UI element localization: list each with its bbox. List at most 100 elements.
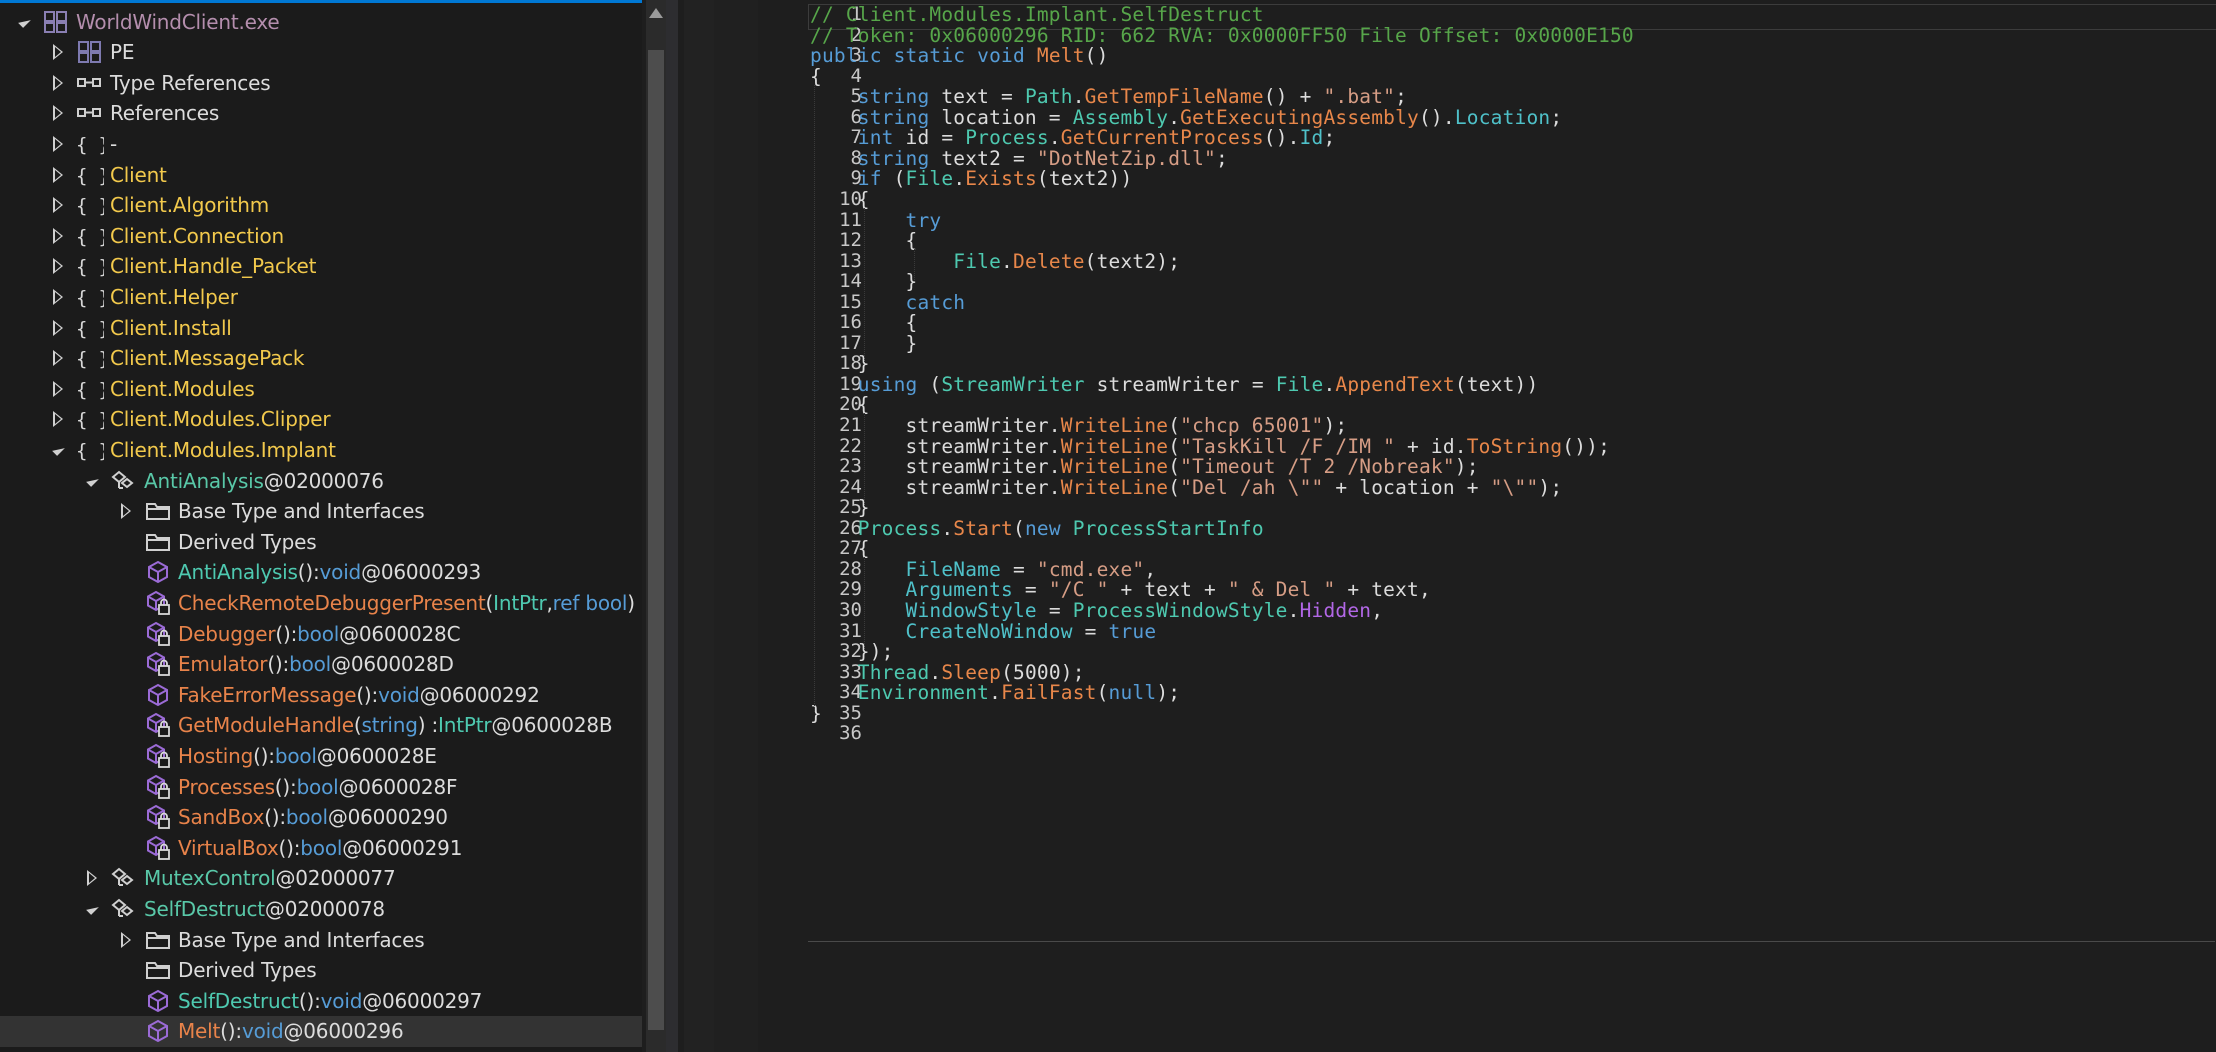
expand-arrow-icon[interactable] — [50, 71, 66, 95]
expand-arrow-icon[interactable] — [50, 163, 66, 187]
collapse-arrow-icon[interactable] — [50, 438, 66, 462]
tree-row[interactable]: FakeErrorMessage() : void @06000292 — [0, 679, 642, 710]
collapse-arrow-icon[interactable] — [84, 469, 100, 493]
code-line[interactable]: int id = Process.GetCurrentProcess().Id; — [810, 126, 1335, 149]
code-line[interactable]: try — [810, 209, 942, 232]
tree-row[interactable]: GetModuleHandle(string) : IntPtr @060002… — [0, 710, 642, 741]
expand-arrow-icon[interactable] — [50, 254, 66, 278]
tree-row[interactable]: SelfDestruct() : void @06000297 — [0, 985, 642, 1016]
code-line[interactable]: streamWriter.WriteLine("TaskKill /F /IM … — [810, 435, 1610, 458]
code-line[interactable]: { — [810, 537, 870, 560]
expand-arrow-icon[interactable] — [118, 499, 134, 523]
tree-vertical-scrollbar[interactable] — [646, 0, 666, 1052]
expand-arrow-icon[interactable] — [50, 316, 66, 340]
tree-row[interactable]: { } Client.Helper — [0, 281, 642, 312]
code-token: StreamWriter — [941, 372, 1097, 396]
tree-row-label: Base Type and Interfaces — [178, 927, 425, 952]
tree-row[interactable]: Derived Types — [0, 955, 642, 986]
code-line[interactable]: public static void Melt() — [810, 44, 1109, 67]
code-line[interactable]: Environment.FailFast(null); — [810, 681, 1180, 704]
tree-row[interactable]: { } Client.Algorithm — [0, 190, 642, 221]
code-line[interactable]: Arguments = "/C " + text + " & Del " + t… — [810, 578, 1431, 601]
code-line[interactable]: streamWriter.WriteLine("chcp 65001"); — [810, 414, 1348, 437]
code-line[interactable]: using (StreamWriter streamWriter = File.… — [810, 373, 1538, 396]
tree-row[interactable]: { }- — [0, 128, 642, 159]
expand-arrow-icon[interactable] — [50, 224, 66, 248]
tree-row[interactable]: { } Client.Connection — [0, 220, 642, 251]
code-line[interactable]: { — [810, 188, 870, 211]
code-line[interactable]: string location = Assembly.GetExecutingA… — [810, 106, 1562, 129]
tree-row[interactable]: References — [0, 98, 642, 129]
tree-row[interactable]: { } Client.Modules.Implant — [0, 434, 642, 465]
tree-row[interactable]: Base Type and Interfaces — [0, 496, 642, 527]
code-line[interactable]: FileName = "cmd.exe", — [810, 557, 1157, 581]
code-line[interactable]: streamWriter.WriteLine("Del /ah \"" + lo… — [810, 476, 1563, 499]
tree-row[interactable]: WorldWindClient.exe — [0, 6, 642, 37]
code-line[interactable]: WindowStyle = ProcessWindowStyle.Hidden, — [810, 599, 1383, 622]
tree-row[interactable]: Processes() : bool @0600028F — [0, 771, 642, 802]
tree-row[interactable]: Melt() : void @06000296 — [0, 1015, 642, 1047]
tree-row[interactable]: Emulator() : bool @0600028D — [0, 649, 642, 680]
tree-row[interactable]: VirtualBox() : bool @06000291 — [0, 832, 642, 863]
tree-row[interactable]: Derived Types — [0, 526, 642, 557]
tree-row[interactable]: Debugger() : bool @0600028C — [0, 618, 642, 649]
code-line[interactable]: string text = Path.GetTempFileName() + "… — [810, 85, 1407, 108]
code-line[interactable]: Thread.Sleep(5000); — [810, 661, 1085, 684]
expand-arrow-icon[interactable] — [50, 407, 66, 431]
code-token: WriteLine — [1060, 414, 1169, 437]
code-line[interactable]: Process.Start(new ProcessStartInfo — [810, 517, 1264, 540]
tree-row[interactable]: { } Client — [0, 159, 642, 190]
code-line[interactable]: { — [810, 65, 822, 88]
expand-arrow-icon[interactable] — [50, 101, 66, 125]
code-line[interactable]: }); — [810, 640, 894, 663]
expand-arrow-icon[interactable] — [50, 285, 66, 309]
code-line[interactable]: } — [810, 702, 822, 725]
code-line[interactable]: catch — [810, 291, 966, 314]
panel-splitter[interactable] — [666, 0, 678, 1052]
tree-row[interactable]: { } Client.Modules — [0, 373, 642, 404]
code-token: "cmd.exe" — [1036, 557, 1145, 581]
tree-row[interactable]: CheckRemoteDebuggerPresent(IntPtr, ref b… — [0, 587, 642, 618]
code-line[interactable]: string text2 = "DotNetZip.dll"; — [810, 147, 1228, 170]
tree-row[interactable]: { } Client.MessagePack — [0, 343, 642, 374]
scroll-thumb[interactable] — [648, 50, 664, 1030]
tree-row[interactable]: { } Client.Modules.Clipper — [0, 404, 642, 435]
code-line[interactable]: // Token: 0x06000296 RID: 662 RVA: 0x000… — [810, 24, 1634, 47]
collapse-arrow-icon[interactable] — [84, 897, 100, 921]
expand-arrow-icon[interactable] — [50, 346, 66, 370]
tree-row[interactable]: Base Type and Interfaces — [0, 924, 642, 955]
expand-arrow-icon[interactable] — [50, 193, 66, 217]
tree-row[interactable]: Type References — [0, 67, 642, 98]
tree-row[interactable]: AntiAnalysis @02000076 — [0, 465, 642, 496]
tree-row[interactable]: Hosting() : bool @0600028E — [0, 740, 642, 771]
collapse-arrow-icon[interactable] — [16, 10, 32, 34]
decompiled-code-editor[interactable]: 1// Client.Modules.Implant.SelfDestruct 2… — [684, 0, 2216, 1052]
tree-row[interactable]: { } Client.Handle_Packet — [0, 251, 642, 282]
scroll-up-icon[interactable] — [649, 8, 663, 18]
expand-arrow-icon[interactable] — [50, 377, 66, 401]
code-line[interactable]: } — [810, 496, 870, 519]
code-line[interactable]: CreateNoWindow = true — [810, 620, 1157, 643]
tree-row[interactable]: SandBox() : bool @06000290 — [0, 802, 642, 833]
code-line[interactable]: { — [810, 393, 870, 416]
code-line[interactable]: File.Delete(text2); — [810, 250, 1180, 273]
tree-row[interactable]: SelfDestruct @02000078 — [0, 893, 642, 924]
tree-row-signature-part: () — [278, 835, 294, 860]
code-token: . — [1287, 598, 1300, 622]
code-line[interactable]: streamWriter.WriteLine("Timeout /T 2 /No… — [810, 455, 1479, 478]
code-line[interactable]: } — [810, 352, 870, 375]
code-token: string — [810, 105, 942, 129]
tree-row[interactable]: { } Client.Install — [0, 312, 642, 343]
tree-row[interactable]: PE — [0, 37, 642, 68]
tree-row[interactable]: MutexControl @02000077 — [0, 863, 642, 894]
code-line[interactable]: // Client.Modules.Implant.SelfDestruct — [810, 3, 1264, 26]
expand-arrow-icon[interactable] — [50, 132, 66, 156]
expand-arrow-icon[interactable] — [84, 866, 100, 890]
code-line[interactable]: if (File.Exists(text2)) — [810, 167, 1132, 190]
namespace-icon: { } — [76, 284, 104, 310]
tree-row[interactable]: AntiAnalysis() : void @06000293 — [0, 557, 642, 588]
expand-arrow-icon[interactable] — [118, 928, 134, 952]
expand-arrow-icon[interactable] — [50, 40, 66, 64]
namespace-icon: { } — [76, 253, 104, 279]
